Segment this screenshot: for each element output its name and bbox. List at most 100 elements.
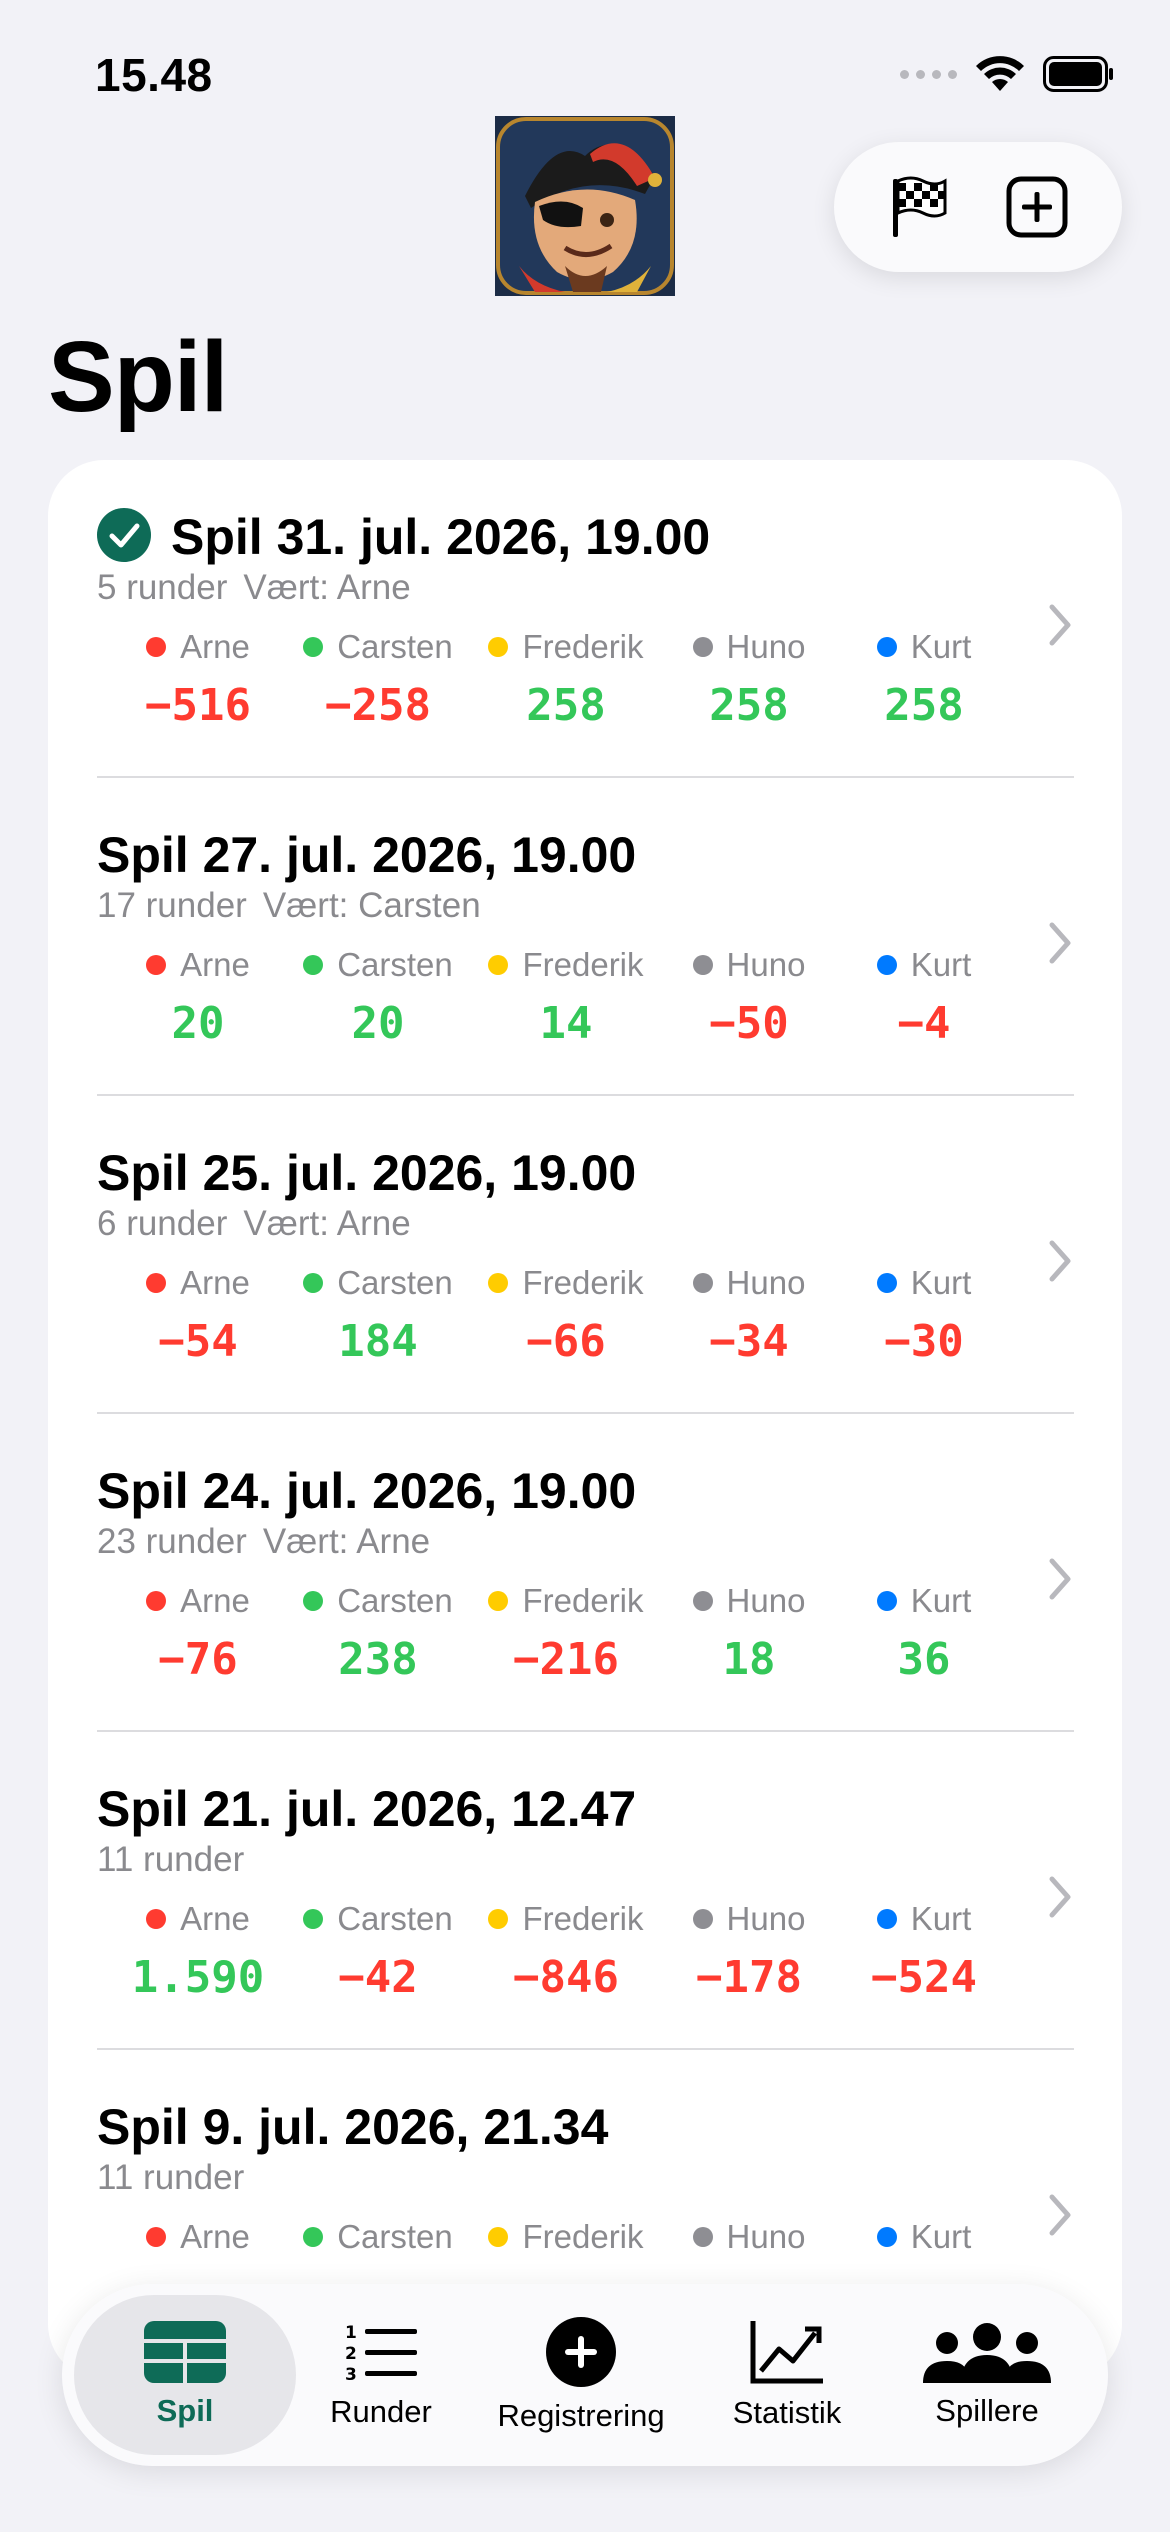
player-color-dot <box>488 2227 509 2247</box>
player-name: Frederik <box>522 1582 644 1619</box>
player-name-row: Frederik <box>476 1582 656 1620</box>
player-name: Kurt <box>910 1582 972 1619</box>
rounds-count: 6 runder <box>97 1204 228 1243</box>
game-title: Spil 9. jul. 2026, 21.34 <box>97 2098 608 2156</box>
battery-icon <box>1043 56 1113 92</box>
player-score-column: Huno −178 <box>659 1900 839 2003</box>
player-score-column: Kurt −524 <box>834 1900 1014 2003</box>
game-row[interactable]: Spil 21. jul. 2026, 12.47 11 runder Arne 1.… <box>48 1732 1122 2050</box>
player-name: Arne <box>180 628 250 665</box>
player-name-row: Carsten <box>288 2218 468 2256</box>
player-name: Kurt <box>910 1900 972 1937</box>
player-color-dot <box>692 955 713 975</box>
player-score: −30 <box>884 1316 964 1367</box>
player-name-row: Arne <box>108 1582 288 1620</box>
player-score-column: Kurt −4 <box>834 946 1014 1049</box>
new-game-button[interactable] <box>1002 172 1072 242</box>
player-score-column: Frederik −66 <box>476 1264 656 1367</box>
player-score: 18 <box>722 1634 776 1685</box>
player-score-column: Arne 1.590 <box>108 1900 288 2003</box>
player-score-column: Huno 258 <box>659 628 839 731</box>
finish-game-button[interactable] <box>884 172 954 242</box>
player-score: 1.590 <box>131 1952 265 2003</box>
player-name: Kurt <box>910 2218 972 2255</box>
app-logo <box>495 116 675 296</box>
tab-spil[interactable]: Spil <box>74 2295 296 2455</box>
host-label: Vært: Arne <box>243 568 411 607</box>
player-color-dot <box>692 2227 713 2247</box>
player-name-row: Huno <box>659 628 839 666</box>
player-name-row: Kurt <box>834 1582 1014 1620</box>
player-score-column: Arne −516 <box>108 628 288 731</box>
player-name-row: Huno <box>659 2218 839 2256</box>
player-name-row: Huno <box>659 1582 839 1620</box>
player-score: −66 <box>526 1316 606 1367</box>
player-color-dot <box>692 1273 713 1293</box>
player-score: 238 <box>338 1634 418 1685</box>
game-title-text: Spil 24. jul. 2026, 19.00 <box>97 1463 637 1519</box>
tab-label: Runder <box>330 2394 432 2429</box>
player-color-dot <box>488 1273 509 1293</box>
player-color-dot <box>146 1273 167 1293</box>
host-label: Vært: Arne <box>243 1204 411 1243</box>
player-color-dot <box>303 1909 324 1929</box>
player-color-dot <box>303 2227 324 2247</box>
game-title: Spil 21. jul. 2026, 12.47 <box>97 1780 636 1838</box>
player-score-column: Kurt −30 <box>834 1264 1014 1367</box>
svg-text:1: 1 <box>345 2323 357 2343</box>
player-name: Frederik <box>522 2218 644 2255</box>
player-score: 14 <box>539 998 593 1049</box>
player-score-column: Arne −54 <box>108 1264 288 1367</box>
game-row[interactable]: Spil 25. jul. 2026, 19.00 6 runder Vært: A… <box>48 1096 1122 1414</box>
player-color-dot <box>692 637 713 657</box>
rounds-count: 11 runder <box>97 2158 245 2197</box>
player-score: −216 <box>513 1634 619 1685</box>
game-subtitle: 6 runder Vært: Arne <box>97 1204 411 1244</box>
player-score-column: Huno 18 <box>659 1582 839 1685</box>
game-row[interactable]: Spil 27. jul. 2026, 19.00 17 runder Vært: … <box>48 778 1122 1096</box>
rounds-count: 5 runder <box>97 568 228 607</box>
wifi-icon <box>976 56 1024 91</box>
game-row[interactable]: Spil 31. jul. 2026, 19.00 5 runder Vært: A… <box>48 460 1122 778</box>
player-name-row: Frederik <box>476 2218 656 2256</box>
toolbar-actions <box>834 142 1122 272</box>
tab-runder[interactable]: 1 2 3 Runder <box>296 2295 466 2455</box>
player-score: −4 <box>897 998 951 1049</box>
game-title-text: Spil 31. jul. 2026, 19.00 <box>171 509 711 565</box>
player-score-column: Carsten 238 <box>288 1582 468 1685</box>
numbered-list-icon: 1 2 3 <box>345 2323 417 2384</box>
chart-line-icon <box>750 2321 823 2384</box>
player-name-row: Huno <box>659 1900 839 1938</box>
player-score-column: Carsten 184 <box>288 1264 468 1367</box>
player-scores: Arne −54 Carsten 184 Frederik −66 Huno −34 Kurt −… <box>88 1264 1028 1384</box>
player-color-dot <box>303 1591 324 1611</box>
status-time: 15.48 <box>95 49 213 101</box>
status-icons <box>900 50 1115 98</box>
tab-spillere[interactable]: Spillere <box>878 2295 1096 2455</box>
game-title-text: Spil 21. jul. 2026, 12.47 <box>97 1781 637 1837</box>
player-score-column: Arne −76 <box>108 1582 288 1685</box>
player-color-dot <box>876 1591 897 1611</box>
game-subtitle: 23 runder Vært: Arne <box>97 1522 430 1562</box>
player-score: −524 <box>871 1952 977 2003</box>
player-color-dot <box>303 955 324 975</box>
player-name: Carsten <box>337 946 453 983</box>
player-scores: Arne −516 Carsten −258 Frederik 258 Huno 258 Kur… <box>88 628 1028 748</box>
svg-text:3: 3 <box>345 2365 357 2384</box>
game-row[interactable]: Spil 24. jul. 2026, 19.00 23 runder Vært: … <box>48 1414 1122 1732</box>
tab-registrering[interactable]: Registrering <box>466 2295 696 2455</box>
player-score-column: Carsten 20 <box>288 946 468 1049</box>
player-name-row: Arne <box>108 1264 288 1302</box>
rounds-count: 17 runder <box>97 886 247 925</box>
tab-statistik[interactable]: Statistik <box>696 2295 878 2455</box>
game-subtitle: 17 runder Vært: Carsten <box>97 886 481 926</box>
player-score-column: Carsten −42 <box>288 1900 468 2003</box>
player-score-column: Arne <box>108 2218 288 2270</box>
player-name: Huno <box>726 1900 806 1937</box>
player-score-column: Arne 20 <box>108 946 288 1049</box>
host-label: Vært: Carsten <box>262 886 481 925</box>
player-color-dot <box>303 1273 324 1293</box>
player-color-dot <box>692 1591 713 1611</box>
player-name-row: Huno <box>659 1264 839 1302</box>
player-name: Huno <box>726 628 806 665</box>
